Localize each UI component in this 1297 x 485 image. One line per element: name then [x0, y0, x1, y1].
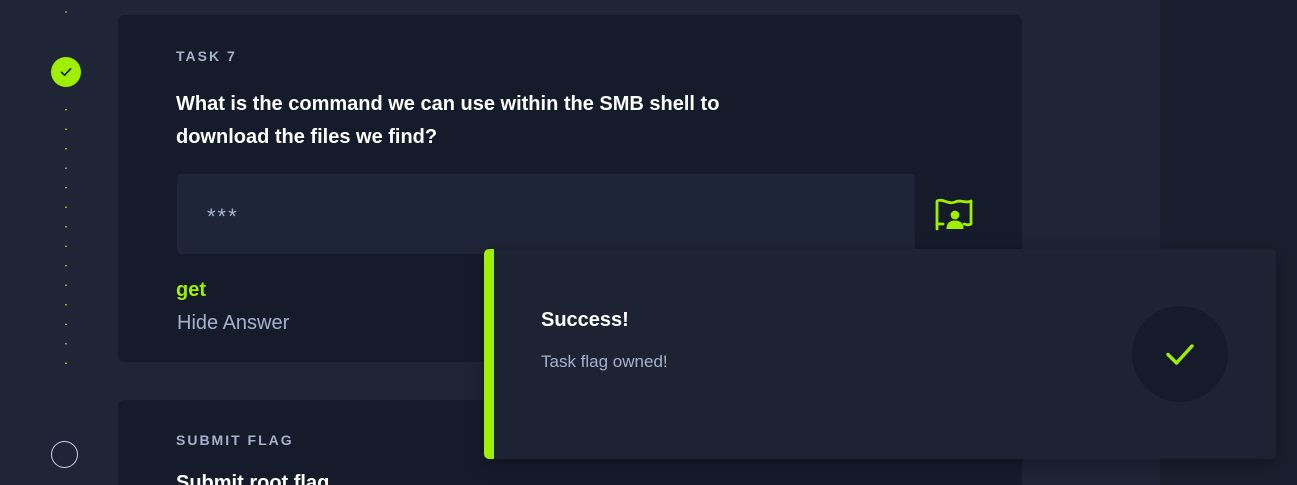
toast-message: Task flag owned!: [541, 352, 668, 371]
submit-flag-question: Submit root flag: [176, 472, 330, 485]
task-question: What is the command we can use within th…: [176, 93, 720, 148]
step-completed-indicator: [51, 57, 81, 87]
check-icon: [1166, 344, 1194, 365]
toast-title: Success!: [541, 309, 629, 331]
revealed-answer: get: [176, 279, 206, 301]
flag-user-icon: [935, 198, 973, 231]
success-toast[interactable]: Success! Task flag owned!: [484, 249, 1276, 459]
timeline-connector: [65, 100, 67, 368]
submit-flag-label: SUBMIT FLAG: [176, 432, 294, 448]
timeline-connector: [65, 2, 67, 22]
answer-input[interactable]: ***: [177, 174, 915, 254]
hide-answer-link[interactable]: Hide Answer: [177, 312, 289, 335]
page: TASK 7 What is the command we can use wi…: [0, 0, 1297, 485]
toast-status-badge: [1132, 306, 1228, 402]
check-icon: [60, 68, 72, 76]
answer-masked-value: ***: [207, 204, 239, 229]
submit-flag-button[interactable]: [935, 196, 973, 234]
step-pending-indicator: [51, 441, 78, 468]
toast-accent-bar: [484, 249, 494, 459]
task-label: TASK 7: [176, 48, 237, 64]
